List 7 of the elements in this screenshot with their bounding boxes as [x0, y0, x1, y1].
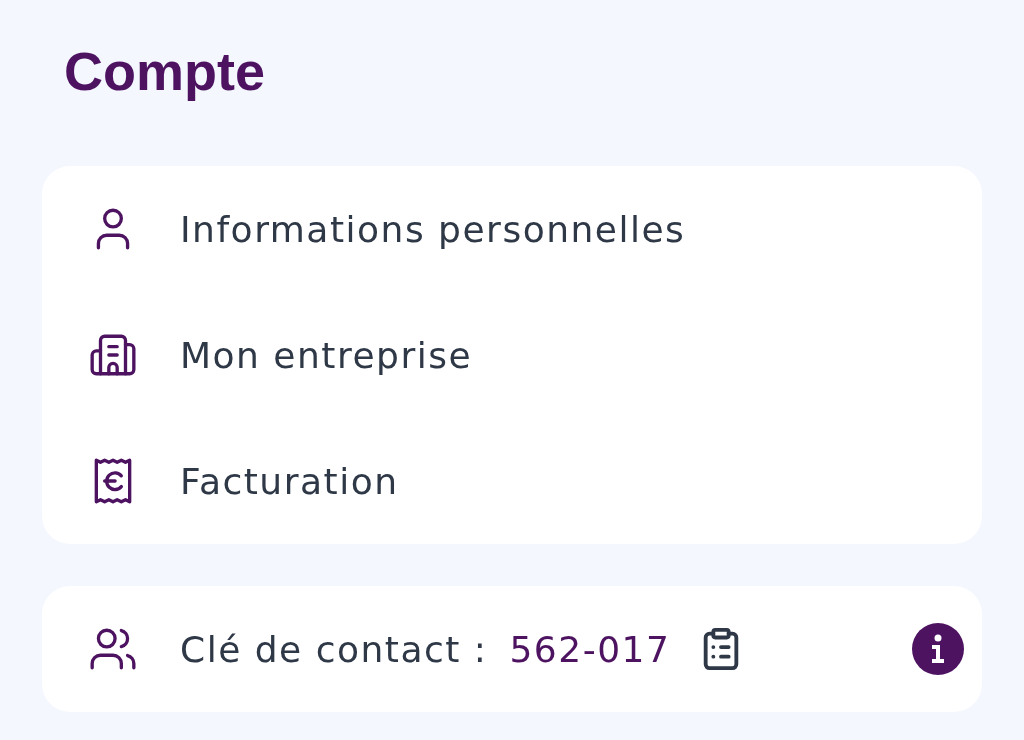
info-icon[interactable] [912, 623, 964, 675]
page-title: Compte [64, 40, 266, 103]
contact-key: 562-017 [509, 628, 671, 670]
menu-item[interactable]: Mon entreprise [180, 334, 473, 376]
contact-label: Clé de contact : [180, 628, 488, 670]
menu-item[interactable]: Facturation [180, 460, 399, 502]
menu-item[interactable]: Informations personnelles [180, 208, 686, 250]
